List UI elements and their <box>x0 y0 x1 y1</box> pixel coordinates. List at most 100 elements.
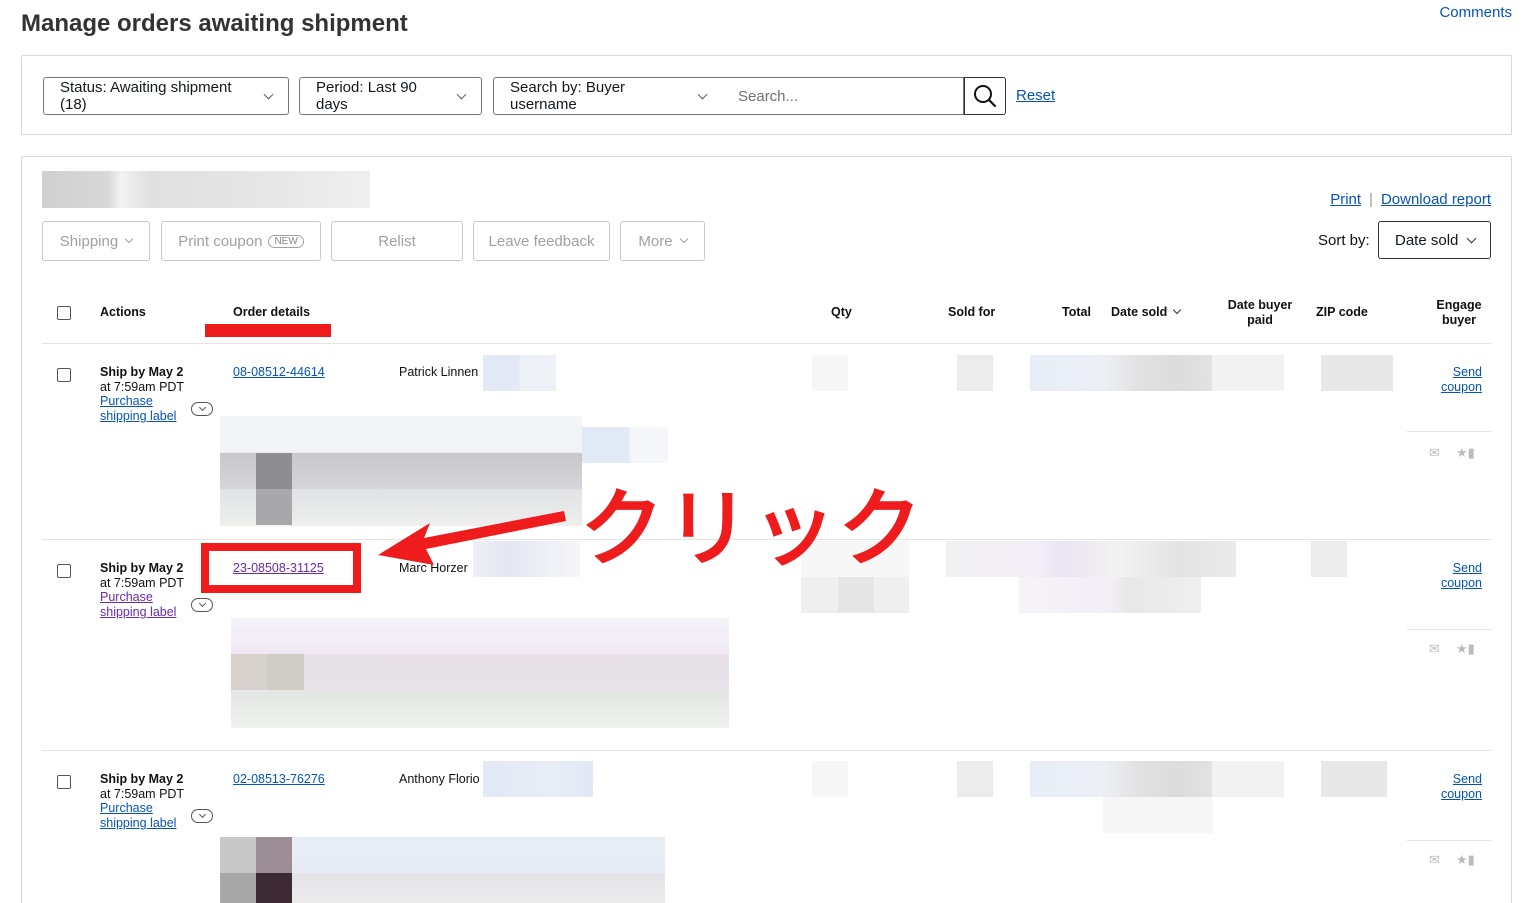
redacted-area <box>1212 355 1284 391</box>
send-coupon-link[interactable]: Send coupon <box>1422 561 1482 591</box>
header-actions: Actions <box>100 305 146 319</box>
expand-toggle[interactable] <box>191 598 213 612</box>
search-by-dropdown[interactable]: Search by: Buyer username <box>493 77 723 115</box>
chevron-down-icon <box>198 599 206 608</box>
redacted-area <box>582 427 668 463</box>
select-all-checkbox[interactable] <box>57 306 71 320</box>
reset-link[interactable]: Reset <box>1016 87 1055 104</box>
send-coupon-line2: coupon <box>1440 576 1482 590</box>
row-divider <box>1407 629 1492 630</box>
label-link-line2: shipping label <box>100 605 177 619</box>
row-checkbox[interactable] <box>57 564 71 578</box>
redacted-area <box>946 541 1236 577</box>
header-date-buyer-paid-line2: paid <box>1247 313 1273 327</box>
send-coupon-line1: Send <box>1452 365 1482 379</box>
shipping-button[interactable]: Shipping <box>42 221 150 261</box>
row-checkbox[interactable] <box>57 368 71 382</box>
order-number-link[interactable]: 08-08512-44614 <box>233 365 325 379</box>
send-coupon-line1: Send <box>1452 772 1482 786</box>
ship-by-time: at 7:59am PDT <box>100 787 185 801</box>
chevron-down-icon <box>198 810 206 819</box>
send-coupon-line2: coupon <box>1440 380 1482 394</box>
feedback-icon[interactable]: ★▮ <box>1456 641 1475 657</box>
sort-by-label: Sort by: <box>1318 232 1370 249</box>
redacted-area <box>1212 761 1284 797</box>
print-coupon-button[interactable]: Print coupon NEW <box>161 221 321 261</box>
print-link[interactable]: Print <box>1330 191 1361 208</box>
label-link-line2: shipping label <box>100 409 177 423</box>
header-sold-for: Sold for <box>948 305 996 319</box>
redacted-area <box>1321 761 1387 797</box>
header-engage-buyer-line1: Engage <box>1436 298 1482 312</box>
header-date-sold-label: Date sold <box>1111 305 1168 319</box>
message-icon[interactable]: ✉ <box>1429 445 1440 461</box>
redacted-area <box>231 654 304 690</box>
redacted-area <box>231 618 729 728</box>
download-report-link[interactable]: Download report <box>1381 191 1491 208</box>
send-coupon-link[interactable]: Send coupon <box>1422 772 1482 802</box>
header-engage-buyer: Engage buyer <box>1426 298 1492 328</box>
annotation-underline <box>205 324 331 337</box>
comments-link[interactable]: Comments <box>1439 4 1512 21</box>
relist-button[interactable]: Relist <box>331 221 463 261</box>
row-checkbox[interactable] <box>57 775 71 789</box>
redacted-area <box>220 873 292 903</box>
ship-by-time: at 7:59am PDT <box>100 576 185 590</box>
feedback-icon[interactable]: ★▮ <box>1456 445 1475 461</box>
header-date-buyer-paid: Date buyer paid <box>1220 298 1300 328</box>
send-coupon-line2: coupon <box>1440 787 1482 801</box>
header-order-details[interactable]: Order details <box>233 305 310 319</box>
chevron-down-icon <box>263 89 274 99</box>
redacted-area <box>42 171 370 208</box>
new-badge: NEW <box>268 234 304 248</box>
chevron-down-icon <box>198 403 206 412</box>
buyer-name: Anthony Florio <box>399 772 480 786</box>
search-button[interactable] <box>964 77 1006 115</box>
label-link-line2: shipping label <box>100 816 177 830</box>
sort-by-value: Date sold <box>1395 231 1459 249</box>
redacted-area <box>1321 355 1393 391</box>
more-button[interactable]: More <box>620 221 705 261</box>
status-filter-label: Status: Awaiting shipment (18) <box>60 79 232 113</box>
link-separator: | <box>1369 191 1373 208</box>
ship-by-date: Ship by May 2 <box>100 365 184 379</box>
leave-feedback-button[interactable]: Leave feedback <box>473 221 610 261</box>
expand-toggle[interactable] <box>191 402 213 416</box>
status-filter-dropdown[interactable]: Status: Awaiting shipment (18) <box>43 77 289 115</box>
redacted-area <box>220 837 292 873</box>
report-links: Print | Download report <box>1330 191 1491 208</box>
header-qty: Qty <box>831 305 852 319</box>
redacted-area <box>1030 355 1212 391</box>
purchase-shipping-label-link[interactable]: Purchase shipping label <box>100 801 190 831</box>
send-coupon-line1: Send <box>1452 561 1482 575</box>
row-divider <box>42 750 1492 751</box>
search-by-label: Search by: Buyer username <box>510 79 626 113</box>
expand-toggle[interactable] <box>191 809 213 823</box>
feedback-icon[interactable]: ★▮ <box>1456 852 1475 868</box>
period-filter-dropdown[interactable]: Period: Last 90 days <box>299 77 482 115</box>
message-icon[interactable]: ✉ <box>1429 852 1440 868</box>
row-divider <box>1407 431 1492 432</box>
chevron-down-icon <box>679 234 688 244</box>
redacted-area <box>1103 797 1213 833</box>
search-input[interactable] <box>722 77 964 115</box>
message-icon[interactable]: ✉ <box>1429 641 1440 657</box>
purchase-shipping-label-link[interactable]: Purchase shipping label <box>100 590 190 620</box>
header-total: Total <box>1062 305 1091 319</box>
shipping-button-label: Shipping <box>59 232 119 250</box>
redacted-area <box>256 453 292 525</box>
more-button-label: More <box>638 232 673 250</box>
annotation-highlight-box <box>201 543 361 593</box>
annotation-click-label: クリック <box>580 480 925 578</box>
header-date-sold[interactable]: Date sold <box>1111 305 1182 319</box>
header-engage-buyer-line2: buyer <box>1441 313 1477 327</box>
purchase-shipping-label-link[interactable]: Purchase shipping label <box>100 394 190 424</box>
ship-by-time: at 7:59am PDT <box>100 380 185 394</box>
ship-by-date: Ship by May 2 <box>100 561 184 575</box>
header-divider <box>42 343 1492 344</box>
redacted-area <box>957 761 993 797</box>
send-coupon-link[interactable]: Send coupon <box>1422 365 1482 395</box>
annotation-arrow-icon <box>378 511 566 565</box>
sort-by-dropdown[interactable]: Date sold <box>1378 221 1491 259</box>
order-number-link[interactable]: 02-08513-76276 <box>233 772 325 786</box>
